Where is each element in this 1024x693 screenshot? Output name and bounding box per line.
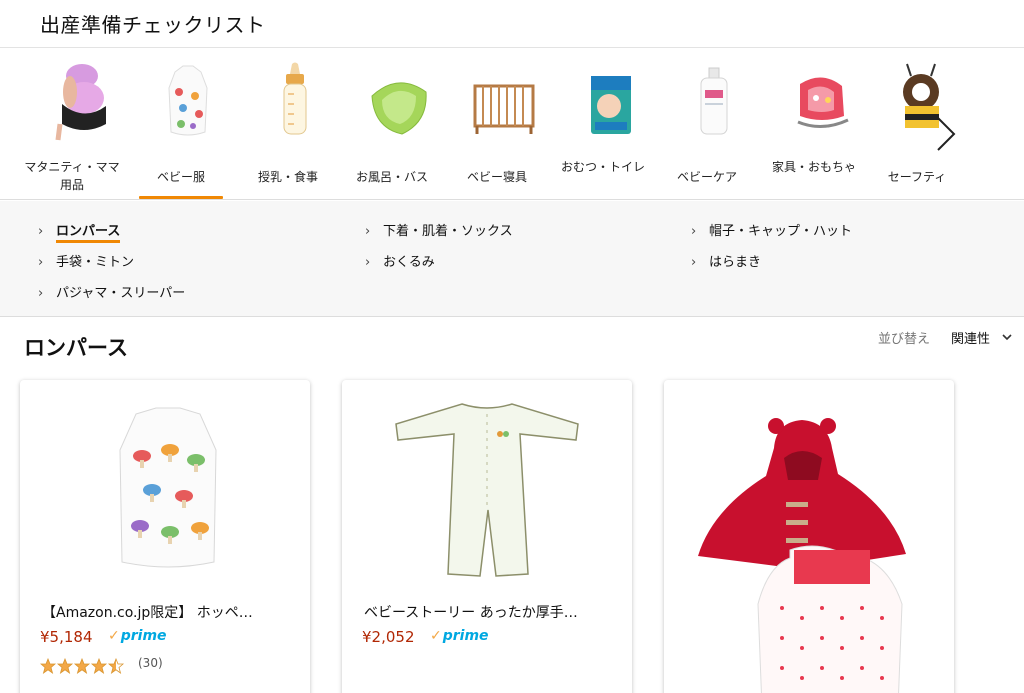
category-baby-care[interactable]: ベビーケア bbox=[657, 62, 757, 200]
product-title[interactable]: 【Amazon.co.jp限定】 ホッペ… bbox=[42, 602, 292, 622]
review-count[interactable]: (30) bbox=[138, 656, 163, 670]
category-label: おむつ・トイレ bbox=[560, 160, 645, 174]
section-title: ロンパース bbox=[24, 336, 128, 360]
product-image bbox=[119, 407, 217, 568]
baby-crib-icon bbox=[473, 84, 535, 134]
prime-check-icon: ✓ bbox=[108, 628, 120, 644]
chevron-down-icon[interactable] bbox=[1001, 331, 1013, 343]
product-title[interactable]: ベビーストーリー あったか厚手… bbox=[364, 602, 614, 622]
subcategory-bellybands[interactable]: › はらまき bbox=[691, 251, 761, 271]
prime-badge: ✓prime bbox=[430, 628, 489, 644]
star-rating[interactable] bbox=[40, 658, 130, 674]
subcategory-swaddles[interactable]: › おくるみ bbox=[365, 251, 435, 271]
category-label: ベビー寝具 bbox=[466, 170, 527, 184]
diaper-pack-icon bbox=[591, 76, 631, 134]
chevron-right-icon: › bbox=[38, 286, 44, 301]
prime-check-icon: ✓ bbox=[430, 628, 442, 644]
chevron-right-icon[interactable] bbox=[930, 114, 960, 154]
chevron-right-icon: › bbox=[38, 255, 44, 270]
category-label: マタニティ・ママ用品 bbox=[24, 160, 120, 192]
selected-category-underline bbox=[139, 196, 223, 199]
subcategory-hats[interactable]: › 帽子・キャップ・ハット bbox=[691, 220, 852, 240]
product-card[interactable] bbox=[664, 380, 954, 693]
sort-dropdown[interactable]: 関連性 bbox=[951, 328, 990, 347]
chevron-right-icon: › bbox=[365, 255, 371, 270]
chevron-right-icon: › bbox=[365, 224, 371, 239]
chevron-right-icon: › bbox=[691, 224, 697, 239]
product-image bbox=[698, 418, 906, 693]
prime-label: prime bbox=[442, 628, 489, 644]
category-label: ベビーケア bbox=[676, 170, 737, 184]
subcategory-label: パジャマ・スリーパー bbox=[56, 286, 186, 301]
category-label: セーフティ bbox=[887, 170, 947, 184]
category-label: 家具・おもちゃ bbox=[771, 160, 856, 174]
chevron-right-icon: › bbox=[691, 255, 697, 270]
category-bedding[interactable]: ベビー寝具 bbox=[447, 62, 547, 200]
category-label: ベビー服 bbox=[156, 170, 205, 184]
subcategory-mittens[interactable]: › 手袋・ミトン bbox=[38, 251, 134, 271]
baby-sleeper-icon bbox=[168, 65, 208, 136]
category-label: お風呂・バス bbox=[355, 170, 428, 184]
page-header: 出産準備チェックリスト bbox=[0, 0, 1024, 48]
subcategory-pajamas[interactable]: › パジャマ・スリーパー bbox=[38, 282, 185, 302]
baby-bottle-icon bbox=[283, 62, 307, 135]
category-diapers[interactable]: おむつ・トイレ bbox=[553, 62, 653, 200]
subcategory-label: 手袋・ミトン bbox=[56, 255, 135, 270]
subcategory-label: 帽子・キャップ・ハット bbox=[709, 224, 853, 239]
product-image bbox=[395, 403, 579, 577]
product-price: ¥5,184 bbox=[40, 628, 93, 646]
subcategory-label: ロンパース bbox=[56, 224, 121, 243]
prime-label: prime bbox=[120, 628, 167, 644]
baby-bathtub-icon bbox=[371, 82, 427, 135]
category-maternity[interactable]: マタニティ・ママ用品 bbox=[22, 62, 122, 200]
subcategory-underwear[interactable]: › 下着・肌着・ソックス bbox=[365, 220, 513, 240]
prime-badge: ✓prime bbox=[108, 628, 167, 644]
page-title: 出産準備チェックリスト bbox=[40, 13, 266, 37]
subcategory-rompers[interactable]: › ロンパース bbox=[38, 220, 121, 243]
product-card[interactable]: 【Amazon.co.jp限定】 ホッペ… ¥5,184 ✓prime (30) bbox=[20, 380, 310, 693]
category-strip: マタニティ・ママ用品 ベビー服 授乳・食事 お風呂・バス ベビー寝具 おむつ・ト… bbox=[0, 48, 1024, 200]
subcategory-panel: › ロンパース › 下着・肌着・ソックス › 帽子・キャップ・ハット › 手袋・ミトン … bbox=[0, 201, 1024, 317]
product-price: ¥2,052 bbox=[362, 628, 415, 646]
subcategory-label: はらまき bbox=[709, 255, 762, 270]
chevron-right-icon: › bbox=[38, 224, 44, 239]
maternity-belt-icon bbox=[55, 64, 106, 141]
subcategory-label: 下着・肌着・ソックス bbox=[383, 224, 513, 239]
category-label: 授乳・食事 bbox=[257, 170, 318, 184]
category-feeding[interactable]: 授乳・食事 bbox=[238, 62, 338, 200]
subcategory-label: おくるみ bbox=[383, 255, 435, 270]
category-bath[interactable]: お風呂・バス bbox=[342, 62, 442, 200]
lotion-bottle-icon bbox=[700, 67, 728, 135]
category-baby-clothes[interactable]: ベビー服 bbox=[131, 62, 231, 200]
category-furniture-toys[interactable]: 家具・おもちゃ bbox=[764, 62, 864, 200]
sort-label: 並び替え bbox=[878, 332, 931, 347]
product-card[interactable]: ベビーストーリー あったか厚手… ¥2,052 ✓prime bbox=[342, 380, 632, 693]
baby-rocker-icon bbox=[797, 77, 849, 128]
